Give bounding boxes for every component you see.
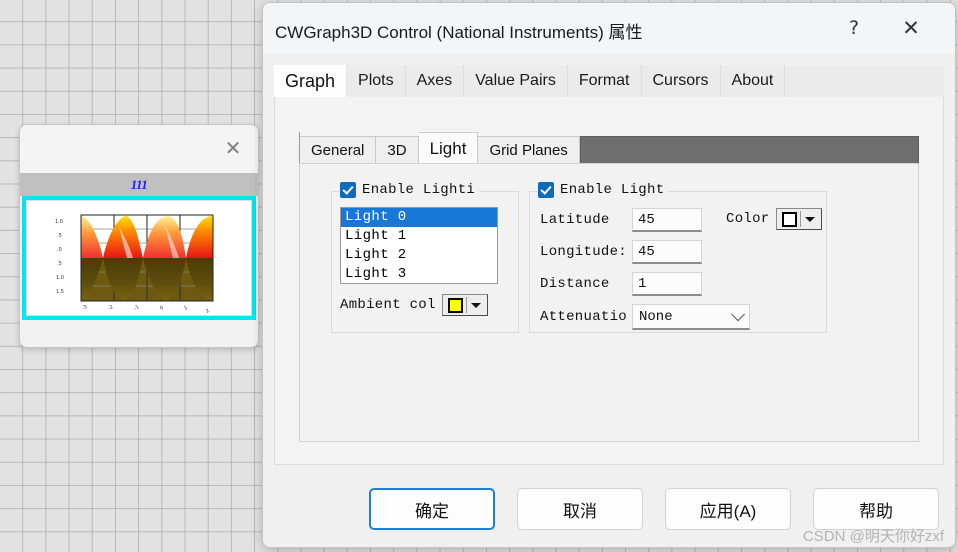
svg-text:1.0: 1.0 [55,219,63,225]
enable-light-label: Enable Light [560,182,665,198]
tab-format[interactable]: Format [567,65,642,97]
outer-tab-strip: Graph Plots Axes Value Pairs Format Curs… [274,65,944,98]
svg-text:.0: .0 [57,247,62,253]
dialog-titlebar: CWGraph3D Control (National Instruments)… [263,3,955,53]
combo-separator [799,211,801,227]
inner-tab-grid-planes[interactable]: Grid Planes [478,136,580,164]
inner-tab-strip: General 3D Light Grid Planes [299,132,919,164]
latitude-label: Latitude [540,212,610,228]
svg-text:1: 1 [183,305,189,312]
attenuation-label: Attenuatio [540,309,628,325]
latitude-input[interactable]: 45 [632,208,702,232]
chevron-down-icon[interactable] [804,216,815,222]
ambient-color-row: Ambient col [340,294,488,316]
light-color-picker[interactable] [775,208,822,230]
enable-light-row: Enable Light [538,182,669,198]
svg-text:-3: -3 [81,304,88,312]
svg-text:.5: .5 [57,261,62,267]
light-color-label: Color [726,211,770,227]
svg-text:-2: -2 [107,304,114,312]
dialog-title: CWGraph3D Control (National Instruments)… [275,23,643,42]
mini-window: ✕ 111 1.0 .5 .0 .5 1.0 1.5 -3 -2 -1 0 1 … [19,124,259,348]
distance-row: Distance 1 [540,272,702,296]
enable-lighting-row: Enable Lighti [340,182,480,198]
latitude-row: Latitude 45 [540,208,702,232]
graph-tab-panel: General 3D Light Grid Planes Enable Ligh… [274,97,944,465]
mini-window-titlebar: ✕ [20,125,258,173]
enable-lighting-label: Enable Lighti [362,182,476,198]
enable-light-checkbox[interactable] [538,182,554,198]
inner-tab-3d[interactable]: 3D [376,136,419,164]
close-icon[interactable]: ✕ [894,12,928,44]
ambient-color-swatch [447,297,463,313]
tab-plots[interactable]: Plots [347,65,406,97]
light-groupbox: Enable Light Latitude 45 Longitude: 45 D… [529,182,827,333]
tab-value-pairs[interactable]: Value Pairs [464,65,568,97]
light-settings-panel: Enable Lighti Light 0 Light 1 Light 2 Li… [299,163,919,442]
dialog-button-bar: 确定 取消 应用(A) 帮助 [263,487,955,531]
list-item[interactable]: Light 3 [341,265,497,283]
longitude-input[interactable]: 45 [632,240,702,264]
graph-canvas: 1.0 .5 .0 .5 1.0 1.5 -3 -2 -1 0 1 2 [26,200,252,316]
distance-label: Distance [540,276,610,292]
lights-listbox[interactable]: Light 0 Light 1 Light 2 Light 3 [340,207,498,284]
tab-graph[interactable]: Graph [274,65,348,97]
attenuation-select[interactable]: None [632,304,750,330]
tab-cursors[interactable]: Cursors [641,65,721,97]
chevron-down-icon[interactable] [470,302,481,308]
properties-dialog: CWGraph3D Control (National Instruments)… [262,2,956,548]
surface-plot-3d: 1.0 .5 .0 .5 1.0 1.5 -3 -2 -1 0 1 2 [55,214,214,315]
svg-text:-1: -1 [133,304,140,312]
chevron-down-icon[interactable] [730,306,746,321]
list-item[interactable]: Light 0 [341,208,497,227]
inner-tab-light[interactable]: Light [418,132,479,164]
list-item[interactable]: Light 2 [341,246,497,265]
svg-text:2: 2 [205,308,211,315]
apply-button[interactable]: 应用(A) [665,488,791,530]
tab-about[interactable]: About [720,65,786,97]
help-button[interactable]: 帮助 [813,488,939,530]
combo-separator [465,297,467,313]
longitude-label: Longitude: [540,244,628,260]
tab-axes[interactable]: Axes [405,65,465,97]
longitude-row: Longitude: 45 [540,240,702,264]
graph-selection-frame[interactable]: 1.0 .5 .0 .5 1.0 1.5 -3 -2 -1 0 1 2 [22,196,256,320]
distance-input[interactable]: 1 [632,272,702,296]
cancel-button[interactable]: 取消 [517,488,643,530]
enable-lighting-checkbox[interactable] [340,182,356,198]
inner-tab-general[interactable]: General [300,136,377,164]
svg-text:1.0: 1.0 [56,275,64,281]
lighting-groupbox: Enable Lighti Light 0 Light 1 Light 2 Li… [331,182,519,333]
help-icon[interactable]: ? [837,12,871,44]
attenuation-row: Attenuatio None [540,304,750,330]
mini-window-caption: 111 [20,173,258,196]
attenuation-value: None [639,308,673,325]
inner-tab-filler [579,136,919,164]
light-color-swatch [781,211,797,227]
ambient-color-picker[interactable] [441,294,488,316]
outer-tab-filler [785,66,944,97]
svg-text:1.5: 1.5 [56,289,64,295]
ok-button[interactable]: 确定 [369,488,495,530]
ambient-color-label: Ambient col [340,297,436,313]
svg-text:0: 0 [159,305,165,312]
light-color-row: Color [726,208,822,230]
close-icon[interactable]: ✕ [220,135,246,161]
svg-text:.5: .5 [57,233,62,239]
list-item[interactable]: Light 1 [341,227,497,246]
